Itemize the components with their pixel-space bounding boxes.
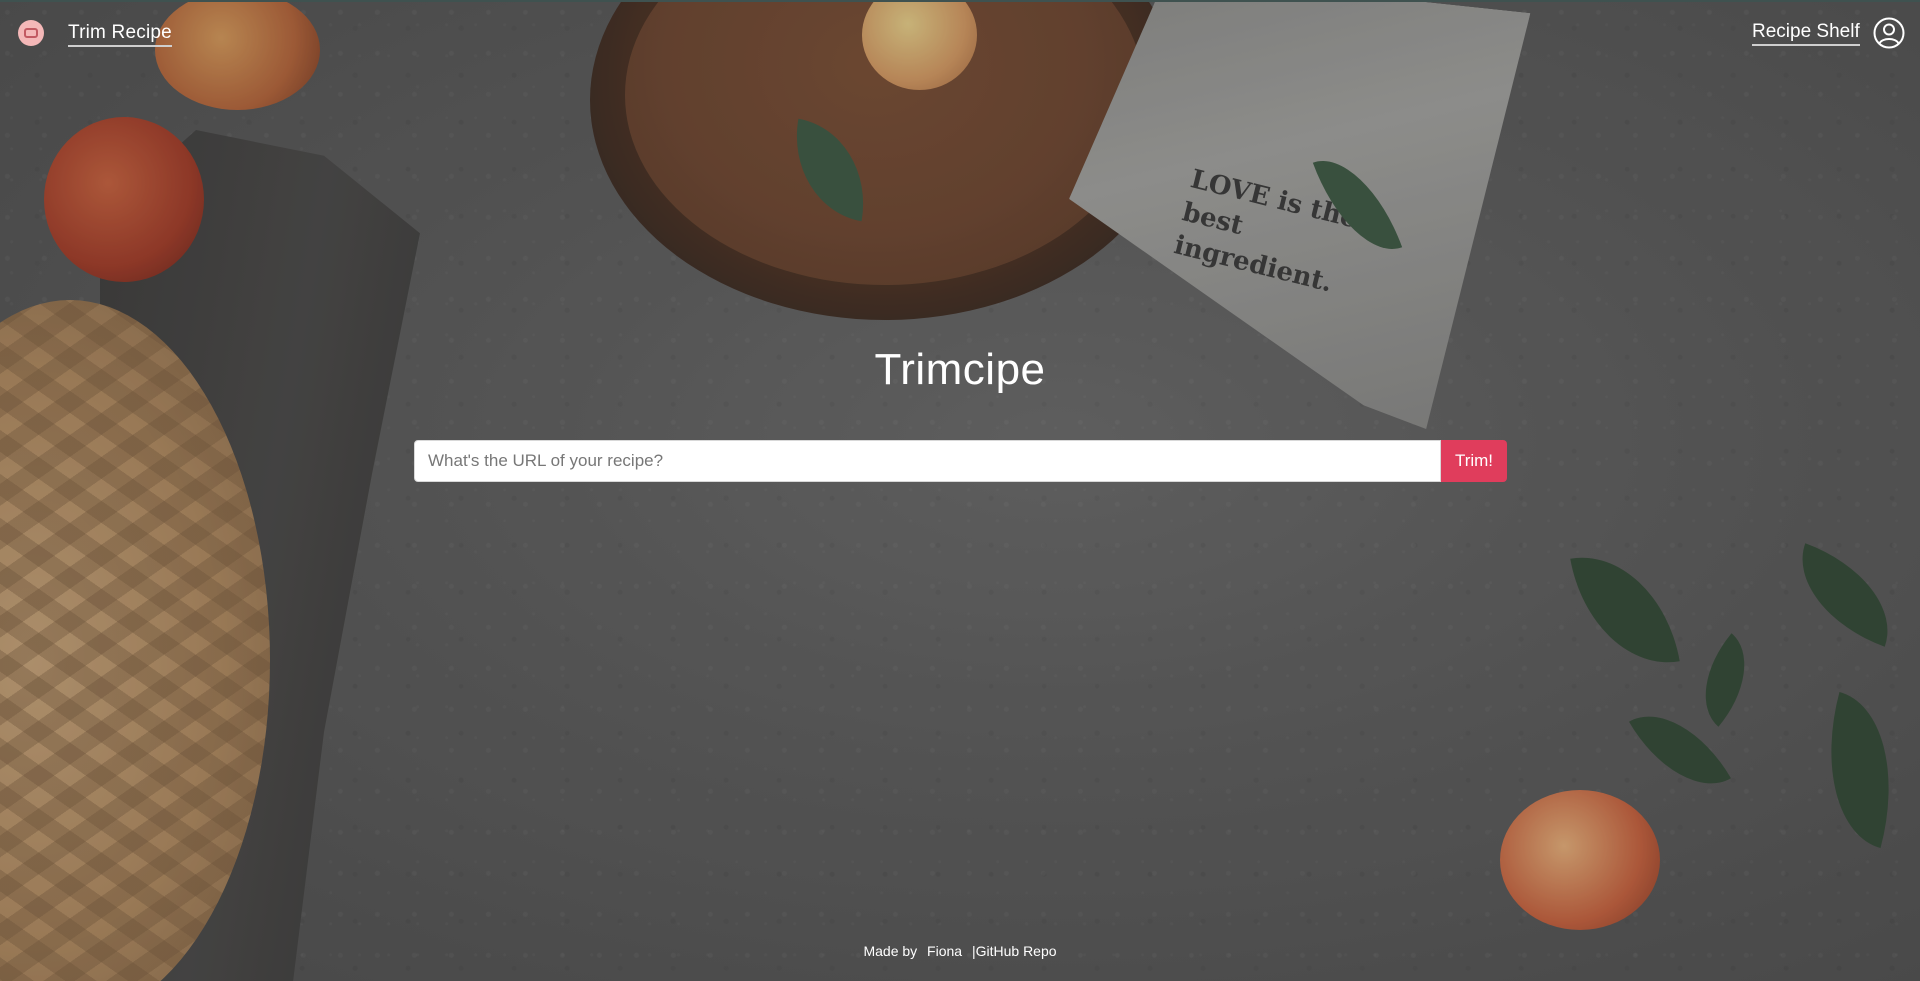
recipe-logo-icon[interactable] (18, 20, 44, 46)
page-title: Trimcipe (874, 345, 1046, 394)
recipe-url-input[interactable] (414, 440, 1441, 482)
apple-image (1500, 790, 1660, 930)
apple-image (44, 117, 204, 282)
leaf-image (1570, 543, 1680, 677)
leaf-image (1781, 543, 1909, 647)
navbar: Trim Recipe Recipe Shelf (0, 0, 1920, 70)
footer: Made by Fiona |GitHub Repo (0, 943, 1920, 959)
page-background: LOVE is the best ingredient. Trim Recipe… (0, 0, 1920, 981)
footer-made-by: Made by (863, 943, 918, 959)
leaf-image (1680, 633, 1770, 727)
nav-trim-recipe-link[interactable]: Trim Recipe (68, 22, 172, 47)
footer-author-link[interactable]: Fiona (927, 943, 962, 959)
nav-recipe-shelf-link[interactable]: Recipe Shelf (1752, 21, 1860, 46)
logo-glyph (24, 28, 38, 38)
leaf-image (1803, 692, 1917, 848)
recipe-url-form: Trim! (414, 440, 1507, 482)
trim-button[interactable]: Trim! (1441, 440, 1507, 482)
github-repo-link[interactable]: GitHub Repo (976, 943, 1057, 959)
user-account-icon[interactable] (1873, 17, 1905, 49)
